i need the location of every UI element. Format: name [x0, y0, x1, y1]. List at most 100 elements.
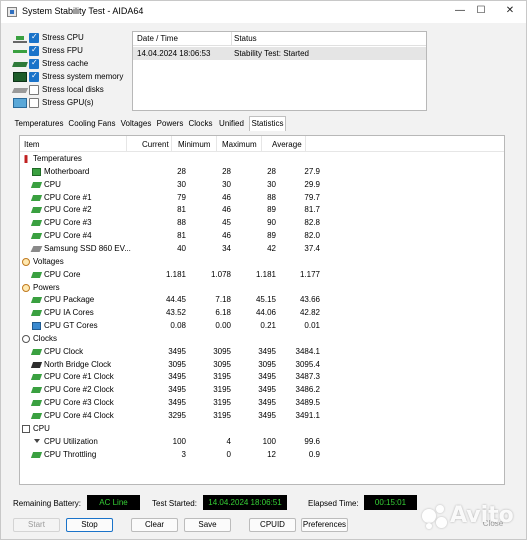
- maximize-button[interactable]: ☐: [468, 3, 494, 19]
- maximum-column-header: Maximum: [222, 140, 257, 149]
- remaining-battery-value: AC Line: [87, 495, 140, 510]
- table-row[interactable]: CPU IA Cores 43.52 6.18 44.06 42.82: [20, 307, 504, 320]
- table-row[interactable]: CPU Core #3 88 45 90 82.8: [20, 217, 504, 230]
- fpu-icon: [13, 50, 27, 53]
- stress-checkbox[interactable]: [29, 85, 39, 95]
- group-row[interactable]: Powers: [20, 282, 504, 295]
- stress-option-cpu[interactable]: Stress CPU: [11, 32, 141, 44]
- group-row[interactable]: Temperatures: [20, 153, 504, 166]
- stress-option-label: Stress GPU(s): [42, 98, 94, 107]
- stress-checkbox[interactable]: [29, 58, 39, 69]
- average-value: 27.9: [304, 166, 320, 176]
- tab-cooling-fans[interactable]: Cooling Fans: [68, 118, 116, 130]
- tab-powers[interactable]: Powers: [156, 118, 184, 130]
- row-name: CPU GT Cores: [44, 321, 98, 331]
- group-row[interactable]: CPU: [20, 423, 504, 436]
- column-divider: [171, 136, 172, 152]
- table-row[interactable]: CPU Core #4 81 46 89 82.0: [20, 230, 504, 243]
- stress-option-fpu[interactable]: Stress FPU: [11, 45, 141, 57]
- table-row[interactable]: CPU Core 1.181 1.078 1.181 1.177: [20, 269, 504, 282]
- column-divider: [305, 136, 306, 152]
- average-value: 37.4: [304, 243, 320, 253]
- table-row[interactable]: CPU Core #3 Clock 3495 3195 3495 3489.5: [20, 397, 504, 410]
- current-value: 81: [177, 205, 186, 215]
- row-name: CPU IA Cores: [44, 308, 94, 318]
- row-name: CPU Core #3: [44, 218, 92, 228]
- table-row[interactable]: CPU GT Cores 0.08 0.00 0.21 0.01: [20, 320, 504, 333]
- memory-icon: [13, 72, 27, 82]
- table-row[interactable]: Samsung SSD 860 EV... 40 34 42 37.4: [20, 243, 504, 256]
- chip-icon: [30, 233, 43, 240]
- close-button[interactable]: Close: [471, 518, 515, 532]
- start-button[interactable]: Start: [13, 518, 60, 532]
- chip-icon: [30, 413, 43, 419]
- elapsed-time-value: 00:15:01: [364, 495, 417, 510]
- chip-icon: [30, 181, 43, 188]
- table-row[interactable]: CPU Clock 3495 3095 3495 3484.1: [20, 346, 504, 359]
- save-button[interactable]: Save: [184, 518, 231, 532]
- table-row[interactable]: CPU Core #2 Clock 3495 3195 3495 3486.2: [20, 384, 504, 397]
- stress-checkbox[interactable]: [29, 71, 39, 82]
- average-value: 99.6: [304, 436, 320, 446]
- table-row[interactable]: CPU Core #4 Clock 3295 3195 3495 3491.1: [20, 410, 504, 423]
- group-row[interactable]: Clocks: [20, 333, 504, 346]
- average-column-header: Average: [272, 140, 302, 149]
- maximum-value: 88: [267, 192, 276, 202]
- current-value: 3495: [168, 346, 186, 356]
- stress-option-memory[interactable]: Stress system memory: [11, 71, 141, 83]
- clear-button[interactable]: Clear: [131, 518, 178, 532]
- minimum-value: 46: [222, 231, 231, 241]
- minimum-value: 46: [222, 192, 231, 202]
- chip-icon: [30, 271, 43, 278]
- table-row[interactable]: CPU 30 30 30 29.9: [20, 179, 504, 192]
- row-name: CPU Core #1: [44, 192, 92, 202]
- cpuid-button[interactable]: CPUID: [249, 518, 296, 532]
- stress-checkbox[interactable]: [29, 32, 39, 43]
- preferences-button[interactable]: Preferences: [301, 518, 348, 532]
- stress-checkbox[interactable]: [29, 98, 39, 108]
- minimum-value: 3195: [213, 411, 231, 420]
- tab-statistics[interactable]: Statistics: [249, 116, 286, 131]
- average-value: 3487.3: [295, 372, 320, 382]
- status-log-row[interactable]: 14.04.2024 18:06:53 Stability Test: Star…: [133, 47, 426, 60]
- table-row[interactable]: Motherboard 28 28 28 27.9: [20, 166, 504, 179]
- minimum-value: 3195: [213, 385, 231, 395]
- row-name: CPU Package: [44, 295, 95, 305]
- tab-clocks[interactable]: Clocks: [187, 118, 214, 130]
- maximum-value: 3495: [258, 385, 276, 395]
- chip-icon: [30, 374, 43, 381]
- current-value: 40: [177, 243, 186, 253]
- average-value: 0.01: [304, 321, 320, 331]
- stress-option-cache[interactable]: Stress cache: [11, 58, 141, 70]
- maximum-value: 100: [262, 436, 276, 446]
- maximum-value: 30: [267, 179, 276, 189]
- tab-unified[interactable]: Unified: [217, 118, 246, 130]
- stress-checkbox[interactable]: [29, 45, 39, 56]
- stop-button[interactable]: Stop: [66, 518, 113, 532]
- statistics-header: Item Current Minimum Maximum Average: [20, 136, 504, 152]
- group-row[interactable]: Voltages: [20, 256, 504, 269]
- avito-logo-icon: [420, 503, 450, 533]
- disk-icon: [11, 88, 29, 93]
- stress-option-label: Stress CPU: [42, 33, 84, 42]
- average-value: 3095.4: [295, 359, 320, 369]
- table-row[interactable]: CPU Core #1 Clock 3495 3195 3495 3487.3: [20, 371, 504, 384]
- current-column-header: Current: [142, 140, 169, 149]
- chip-icon: [30, 207, 43, 214]
- row-name: CPU Core: [44, 269, 81, 279]
- tab-voltages[interactable]: Voltages: [119, 118, 153, 130]
- ssd-icon: [30, 245, 43, 252]
- tab-temperatures[interactable]: Temperatures: [13, 118, 65, 130]
- table-row[interactable]: CPU Core #2 81 46 89 81.7: [20, 204, 504, 217]
- table-row[interactable]: North Bridge Clock 3095 3095 3095 3095.4: [20, 359, 504, 372]
- close-window-button[interactable]: ✕: [497, 3, 523, 19]
- table-row[interactable]: CPU Package 44.45 7.18 45.15 43.66: [20, 294, 504, 307]
- table-row[interactable]: CPU Throttling 3 0 12 0.9: [20, 449, 504, 462]
- test-started-value: 14.04.2024 18:06:51: [203, 495, 287, 510]
- table-row[interactable]: CPU Core #1 79 46 88 79.7: [20, 192, 504, 205]
- stress-option-disk[interactable]: Stress local disks: [11, 84, 141, 96]
- table-row[interactable]: CPU Utilization 100 4 100 99.6: [20, 436, 504, 449]
- window-title: System Stability Test - AIDA64: [22, 6, 144, 16]
- stress-option-gpu[interactable]: Stress GPU(s): [11, 97, 141, 109]
- current-value: 100: [172, 436, 186, 446]
